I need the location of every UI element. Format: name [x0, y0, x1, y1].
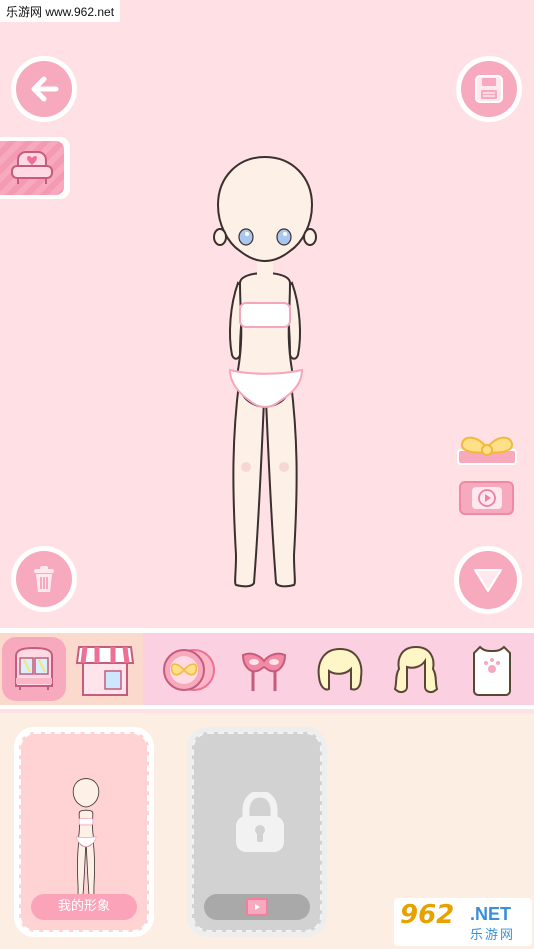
site-logo-watermark: 962 .NET 乐游网 [394, 898, 532, 946]
masquerade-mask-icon [241, 652, 287, 691]
watermark-logo: 962 [400, 900, 455, 930]
watermark-suffix: .NET [470, 904, 512, 924]
unlock-by-video-button[interactable] [204, 894, 310, 920]
bow-plate-icon [163, 649, 215, 691]
character-figure[interactable] [210, 155, 320, 595]
collapse-panel-button[interactable] [454, 546, 522, 614]
dressup-stage [0, 0, 534, 630]
tab-shop[interactable] [74, 639, 136, 699]
category-top[interactable] [463, 641, 521, 699]
play-video-icon [477, 489, 496, 507]
site-watermark: 乐游网 www.962.net [0, 0, 121, 22]
mini-character [72, 778, 100, 896]
clear-outfit-button[interactable] [11, 546, 77, 612]
golden-bow-icon[interactable] [456, 432, 518, 468]
slot-frame [192, 732, 322, 932]
tab-wardrobe[interactable] [2, 637, 66, 701]
watch-video-button[interactable] [459, 481, 514, 515]
slot-my-look[interactable]: 我的形象 [14, 727, 154, 937]
category-long-hair[interactable] [387, 641, 445, 699]
slot-label: 我的形象 [31, 894, 137, 920]
trash-icon [34, 566, 54, 592]
item-categories [143, 633, 534, 705]
play-video-icon [246, 898, 268, 916]
category-background[interactable] [159, 641, 217, 699]
wardrobe-icon [15, 646, 53, 690]
arrow-left-icon [31, 76, 59, 102]
slot-locked[interactable] [187, 727, 327, 937]
triangle-down-icon [474, 569, 502, 592]
category-short-hair[interactable] [311, 641, 369, 699]
padlock-icon [236, 792, 284, 852]
heart-sofa-icon [11, 151, 53, 184]
back-button[interactable] [11, 56, 77, 122]
paw-shirt-icon [473, 645, 511, 696]
category-mask[interactable] [235, 641, 293, 699]
watermark-site: 乐游网 [470, 928, 516, 943]
save-button[interactable] [456, 56, 522, 122]
curly-hair-icon [393, 645, 439, 694]
short-hair-icon [317, 647, 363, 691]
furniture-tab[interactable] [0, 137, 70, 199]
category-bar [0, 633, 534, 709]
shop-awning-icon [75, 646, 135, 696]
slot-frame: 我的形象 [19, 732, 149, 932]
floppy-disk-icon [475, 75, 503, 103]
mode-tabs [0, 633, 143, 705]
